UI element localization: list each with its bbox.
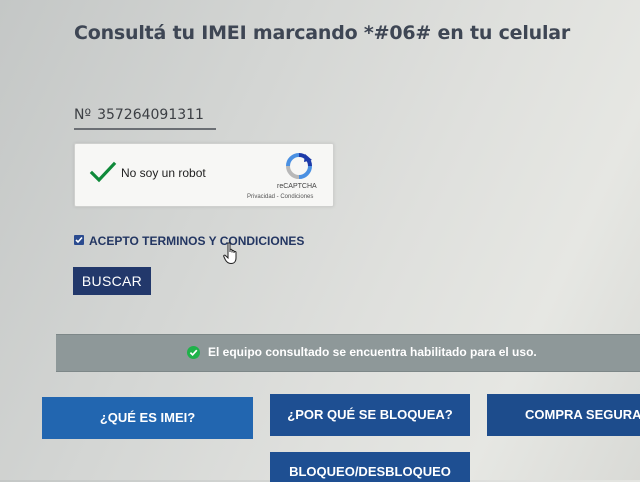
imei-field[interactable]: Nº 357264091311 (74, 104, 216, 130)
check-circle-icon (187, 346, 200, 359)
safe-purchase-button[interactable]: COMPRA SEGURA (487, 394, 640, 436)
imei-prefix: Nº (74, 107, 92, 123)
terms-row[interactable]: ACEPTO TERMINOS Y CONDICIONES (74, 232, 304, 248)
recaptcha-brand: reCAPTCHA (277, 183, 317, 190)
why-blocked-button[interactable]: ¿POR QUÉ SE BLOQUEA? (270, 394, 470, 436)
terms-checkbox[interactable] (74, 234, 84, 245)
status-banner: El equipo consultado se encuentra habili… (56, 334, 640, 372)
page-title: Consultá tu IMEI marcando *#06# en tu ce… (74, 22, 571, 44)
block-unblock-button[interactable]: BLOQUEO/DESBLOQUEO (270, 452, 470, 482)
hand-pointer-icon (223, 242, 237, 265)
terms-label[interactable]: ACEPTO TERMINOS Y CONDICIONES (89, 234, 304, 248)
checkbox-check-icon (75, 236, 83, 243)
recaptcha-links[interactable]: Privacidad - Condiciones (247, 194, 313, 200)
status-message: El equipo consultado se encuentra habili… (208, 345, 537, 359)
imei-value: 357264091311 (97, 107, 204, 123)
recaptcha-widget[interactable]: No soy un robot reCAPTCHA Privacidad - C… (74, 143, 334, 207)
recaptcha-label: No soy un robot (121, 166, 206, 180)
recaptcha-checkmark-icon[interactable] (89, 160, 117, 184)
what-is-imei-button[interactable]: ¿QUÉ ES IMEI? (42, 397, 253, 439)
search-button[interactable]: BUSCAR (73, 267, 151, 295)
recaptcha-logo-icon (286, 153, 312, 179)
